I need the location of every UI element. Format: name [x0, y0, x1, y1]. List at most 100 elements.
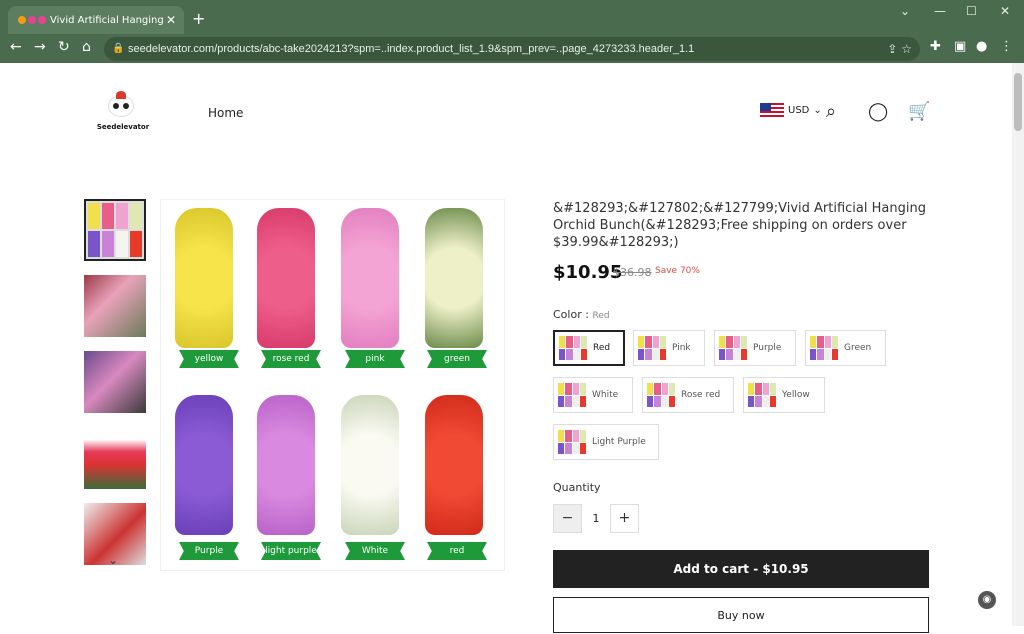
minimize-button[interactable]: — — [934, 4, 946, 18]
add-to-cart-button[interactable]: Add to cart - $10.95 — [553, 550, 929, 588]
cart-icon[interactable]: 🛒 — [908, 101, 930, 122]
buy-now-button[interactable]: Buy now — [553, 597, 929, 633]
browser-tab[interactable]: Vivid Artificial Hanging ✕ — [8, 6, 184, 34]
back-icon[interactable]: ← — [10, 39, 22, 55]
image-label: red — [427, 542, 487, 560]
page-content: Seedelevator Home USD ⌄ ⌕ ◯ 🛒 ⌄ yellow r… — [0, 63, 1024, 633]
account-icon[interactable]: ◯ — [868, 101, 888, 122]
color-option-light-purple[interactable]: Light Purple — [553, 424, 659, 460]
quantity-input[interactable]: 1 — [582, 504, 610, 533]
thumbnail-4[interactable] — [84, 427, 146, 489]
quantity-stepper: − 1 + — [553, 504, 639, 533]
swatch-thumbnail — [559, 336, 587, 360]
image-label: yellow — [179, 350, 239, 368]
us-flag-icon — [760, 103, 784, 118]
thumbnail-2[interactable] — [84, 275, 146, 337]
color-option-yellow[interactable]: Yellow — [743, 377, 825, 413]
tab-close-icon[interactable]: ✕ — [166, 13, 176, 27]
color-label-text: Color — [553, 308, 582, 321]
save-badge: Save 70% — [655, 266, 700, 276]
logo-eye — [113, 103, 119, 109]
quantity-label: Quantity — [553, 481, 601, 494]
logo-comb — [116, 91, 126, 99]
image-label: light purple — [261, 542, 321, 560]
sidebar-icon[interactable]: ▣ — [954, 39, 966, 54]
image-label: White — [345, 542, 405, 560]
home-icon[interactable]: ⌂ — [82, 39, 91, 55]
nav-home-link[interactable]: Home — [208, 106, 243, 120]
color-option-label: Yellow — [782, 390, 810, 400]
color-option-rose-red[interactable]: Rose red — [642, 377, 734, 413]
color-option-purple[interactable]: Purple — [714, 330, 796, 366]
currency-label: USD — [788, 105, 810, 116]
tab-search-icon[interactable]: ⌄ — [900, 4, 910, 18]
thumbnail-3[interactable] — [84, 351, 146, 413]
swatch-thumbnail — [638, 336, 666, 360]
search-icon[interactable]: ⌕ — [826, 101, 836, 122]
color-option-label: White — [592, 390, 619, 400]
color-option-green[interactable]: Green — [805, 330, 886, 366]
profile-icon[interactable]: ● — [976, 39, 987, 54]
nav-bar: ← → ↻ ⌂ 🔒 seedelevator.com/products/abc-… — [0, 34, 1024, 63]
color-option-label: Red — [593, 343, 611, 353]
flower-red — [425, 395, 483, 535]
color-selected: Red — [592, 311, 610, 321]
swatch-thumbnail — [748, 383, 776, 407]
image-label: pink — [345, 350, 405, 368]
currency-selector[interactable]: USD ⌄ — [760, 103, 822, 118]
color-option-label: Green — [844, 343, 872, 353]
color-option-red[interactable]: Red — [553, 330, 625, 366]
flower-purple — [175, 395, 233, 535]
flower-light-purple — [257, 395, 315, 535]
lock-icon: 🔒 — [112, 43, 125, 54]
swatch-thumbnail — [719, 336, 747, 360]
extensions-icon[interactable]: ✚ — [930, 39, 941, 54]
flower-white — [341, 395, 399, 535]
site-logo[interactable]: Seedelevator — [94, 91, 152, 137]
page-scrollbar[interactable] — [1012, 63, 1024, 626]
browser-chrome: Vivid Artificial Hanging ✕ + ⌄ — ☐ ✕ ← →… — [0, 0, 1024, 63]
tab-bar: Vivid Artificial Hanging ✕ + ⌄ — ☐ ✕ — [0, 0, 1024, 34]
product-main-image[interactable]: yellow rose red pink green Purple light … — [160, 199, 505, 571]
address-bar[interactable]: 🔒 seedelevator.com/products/abc-take2024… — [104, 37, 920, 61]
maximize-button[interactable]: ☐ — [966, 4, 977, 18]
flower-yellow — [175, 208, 233, 348]
thumbnails-down-chevron-icon[interactable]: ⌄ — [108, 553, 118, 567]
new-tab-button[interactable]: + — [192, 9, 205, 28]
compare-price: $36.98 — [613, 266, 652, 279]
flower-green — [425, 208, 483, 348]
image-label: rose red — [261, 350, 321, 368]
bookmark-star-icon[interactable]: ⇪ ☆ — [887, 37, 912, 61]
scrollbar-thumb[interactable] — [1014, 73, 1022, 131]
product-title: &#128293;&#127802;&#127799;Vivid Artific… — [553, 201, 926, 250]
color-option-label: Pink — [672, 343, 691, 353]
thumbnail-list — [84, 199, 146, 579]
close-window-button[interactable]: ✕ — [1000, 4, 1010, 18]
color-label: Color : Red — [553, 308, 610, 321]
reload-icon[interactable]: ↻ — [58, 39, 70, 55]
color-option-label: Light Purple — [592, 437, 646, 447]
color-option-pink[interactable]: Pink — [633, 330, 705, 366]
color-option-label: Rose red — [681, 390, 721, 400]
swatch-thumbnail — [558, 383, 586, 407]
flower-rose-red — [257, 208, 315, 348]
quantity-decrease-button[interactable]: − — [553, 504, 582, 533]
forward-icon[interactable]: → — [34, 39, 46, 55]
chevron-down-icon: ⌄ — [813, 105, 822, 116]
image-label: Purple — [179, 542, 239, 560]
swatch-thumbnail — [810, 336, 838, 360]
url-text: seedelevator.com/products/abc-take202421… — [128, 43, 695, 55]
tab-title: Vivid Artificial Hanging — [50, 14, 164, 26]
logo-text: Seedelevator — [96, 123, 150, 131]
logo-eye — [123, 103, 129, 109]
image-label: green — [427, 350, 487, 368]
color-option-label: Purple — [753, 343, 782, 353]
tab-favicon — [18, 16, 46, 24]
quantity-increase-button[interactable]: + — [610, 504, 639, 533]
thumbnail-1[interactable] — [84, 199, 146, 261]
chat-support-icon[interactable]: ◉ — [978, 591, 996, 609]
color-option-white[interactable]: White — [553, 377, 633, 413]
swatch-thumbnail — [558, 430, 586, 454]
menu-icon[interactable]: ⋮ — [1000, 39, 1013, 54]
flower-pink — [341, 208, 399, 348]
